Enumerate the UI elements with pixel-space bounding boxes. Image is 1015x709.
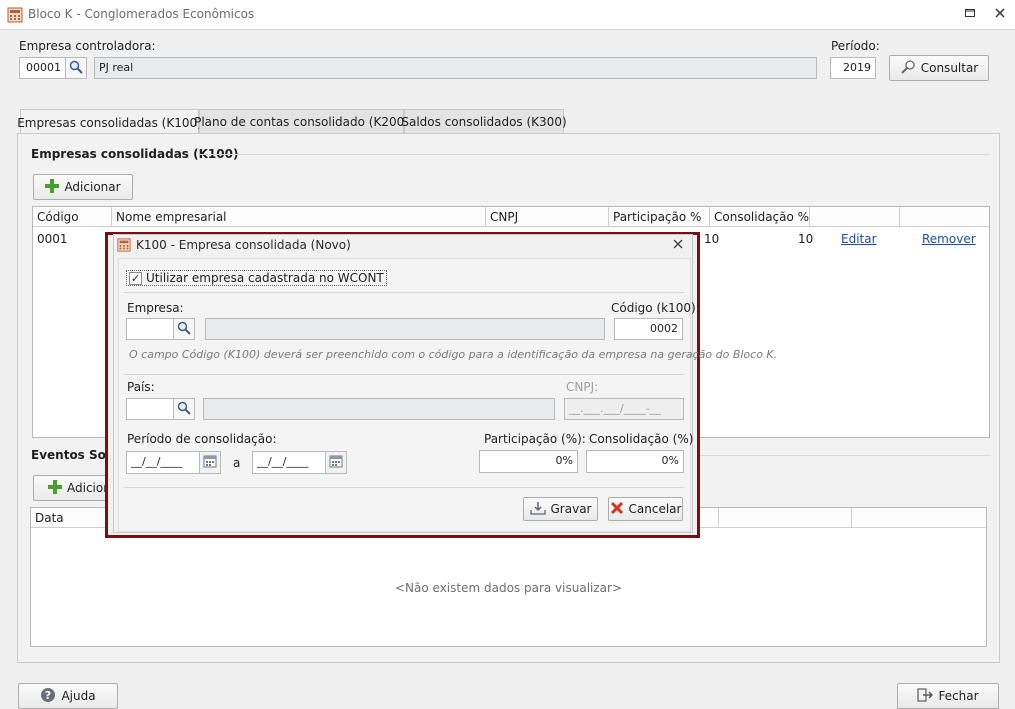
cnpj-field: __.___.___/____-__ — [564, 398, 684, 420]
window-titlebar: Bloco K - Conglomerados Econômicos — [0, 0, 1015, 30]
search-icon — [177, 401, 191, 418]
search-icon — [900, 59, 916, 77]
use-registered-label: Utilizar empresa cadastrada no WCONT — [146, 271, 384, 285]
close-icon[interactable] — [672, 238, 686, 252]
cancel-button[interactable]: Cancelar — [608, 497, 683, 521]
restore-icon[interactable] — [961, 6, 979, 24]
col-blank — [719, 508, 852, 528]
save-label: Gravar — [550, 502, 592, 516]
consolidacao-label: Consolidação (%) — [589, 432, 694, 446]
close-button[interactable]: Fechar — [897, 683, 999, 709]
participacao-field[interactable]: 0% — [479, 450, 578, 473]
company-name-field: PJ real — [94, 57, 817, 79]
col-nome[interactable]: Nome empresarial — [112, 207, 486, 227]
section-divider — [124, 487, 684, 488]
use-registered-checkbox[interactable]: ✓ Utilizar empresa cadastrada no WCONT — [126, 270, 387, 286]
empty-message: <Não existem dados para visualizar> — [394, 581, 622, 595]
close-icon[interactable] — [991, 6, 1009, 24]
section-divider — [690, 455, 990, 456]
help-icon: ? — [40, 687, 56, 706]
calculator-icon — [117, 238, 131, 255]
codigo-field[interactable]: 0002 — [614, 318, 683, 340]
calculator-icon — [7, 7, 23, 23]
plus-icon — [48, 479, 62, 497]
col-blank — [852, 508, 986, 528]
tab-k300[interactable]: Saldos consolidados (K300) — [401, 109, 567, 134]
period-field[interactable]: 2019 — [830, 57, 876, 79]
date-to-field[interactable]: __/__/____ — [252, 451, 326, 474]
modal-body — [118, 258, 691, 532]
section-divider — [200, 154, 990, 155]
search-icon — [69, 60, 83, 77]
col-remove — [900, 207, 989, 227]
date-to-picker[interactable] — [325, 451, 347, 474]
row-participacao: 10 — [704, 232, 720, 246]
tab-k100[interactable]: Empresas consolidadas (K100) — [17, 109, 202, 135]
add-label: Adicionar — [64, 180, 121, 194]
participacao-label: Participação (%): — [484, 432, 586, 446]
check-icon: ✓ — [129, 271, 142, 285]
date-from-field[interactable]: __/__/____ — [126, 451, 200, 474]
pais-code-field[interactable] — [126, 398, 174, 420]
controller-label: Empresa controladora: — [19, 39, 156, 53]
add-company-button[interactable]: Adicionar — [33, 174, 133, 200]
row-codigo: 0001 — [37, 232, 68, 246]
empresa-code-field[interactable] — [126, 318, 174, 340]
company-search-button[interactable] — [65, 57, 87, 79]
cancel-label: Cancelar — [628, 502, 682, 516]
empresa-name-field — [205, 318, 605, 340]
plus-icon — [45, 178, 60, 196]
pais-label: País: — [127, 380, 155, 394]
exit-icon — [917, 687, 934, 705]
codigo-hint: O campo Código (K100) deverá ser preench… — [129, 348, 778, 361]
row-consolidacao: 10 — [798, 232, 814, 246]
company-code-field[interactable]: 00001 — [19, 57, 66, 79]
col-participacao[interactable]: Participação % — [609, 207, 710, 227]
empresa-search-button[interactable] — [173, 318, 195, 340]
consolidacao-field[interactable]: 0% — [586, 450, 684, 473]
window-title: Bloco K - Conglomerados Econômicos — [28, 7, 255, 21]
periodo-label: Período de consolidação: — [127, 432, 277, 446]
period-label: Período: — [831, 39, 880, 53]
codigo-label: Código (k100): — [611, 301, 700, 315]
section-divider — [124, 292, 684, 293]
search-icon — [177, 321, 191, 338]
modal-title: K100 - Empresa consolidada (Novo) — [136, 238, 351, 252]
help-label: Ajuda — [61, 689, 96, 703]
edit-link[interactable]: Editar — [841, 232, 877, 246]
cnpj-label: CNPJ: — [566, 380, 599, 394]
download-icon — [529, 501, 546, 518]
cancel-icon — [610, 501, 624, 518]
calendar-icon — [329, 454, 343, 471]
remove-link[interactable]: Remover — [922, 232, 976, 246]
section-divider — [124, 374, 684, 375]
pais-name-field — [203, 398, 555, 420]
calendar-icon — [203, 454, 217, 471]
consult-label: Consultar — [920, 61, 979, 75]
col-consolidacao[interactable]: Consolidação % — [710, 207, 810, 227]
col-codigo[interactable]: Código — [33, 207, 112, 227]
help-button[interactable]: ? Ajuda — [18, 683, 118, 709]
date-from-picker[interactable] — [199, 451, 221, 474]
date-separator: a — [233, 456, 241, 470]
svg-text:?: ? — [45, 689, 51, 702]
empresa-label: Empresa: — [127, 301, 184, 315]
tab-k200[interactable]: Plano de contas consolidado (K200) — [194, 109, 409, 134]
pais-search-button[interactable] — [173, 398, 195, 420]
consult-button[interactable]: Consultar — [889, 55, 989, 81]
save-button[interactable]: Gravar — [523, 497, 598, 521]
close-label: Fechar — [938, 689, 979, 703]
col-cnpj[interactable]: CNPJ — [486, 207, 609, 227]
col-edit — [810, 207, 900, 227]
